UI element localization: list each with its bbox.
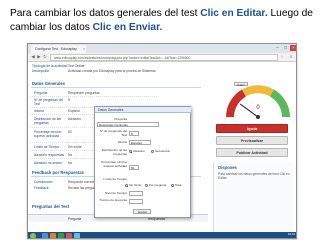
row-value: Aleatorio: [68, 117, 82, 121]
radio-aleatorio[interactable]: [129, 150, 132, 153]
row-separator: [30, 96, 157, 97]
help-title: Dispones: [218, 165, 237, 170]
maximize-icon[interactable]: □: [282, 45, 289, 51]
summary-label: Tipología de la actividad: [32, 64, 68, 68]
instruction-caption: Para cambiar los datos generales del tes…: [10, 7, 315, 35]
row-value: No: [68, 153, 73, 157]
gauge-value: 0: [256, 105, 260, 111]
radio-sin-limite[interactable]: [125, 184, 128, 187]
radio-label-por-pregunta: Por pregunta: [149, 183, 167, 187]
gauge-hub: [256, 115, 260, 119]
taskbar-firefox-icon[interactable]: [50, 233, 56, 238]
caption-highlight-enviar: Clic en Enviar.: [92, 22, 163, 33]
row-label: Aleatorio mi-sesión: [34, 161, 63, 165]
row-value: Responder preguntas: [68, 91, 100, 95]
tab-pregunta[interactable]: Pregunta: [68, 217, 81, 221]
windows-taskbar: 10:44: [28, 232, 296, 238]
section-title-preguntas: Preguntas del Test: [32, 204, 70, 209]
radio-label-sin-limite: Sin límite: [129, 183, 142, 187]
dialog-label-num-preguntas: Nº de preguntas del Test: [99, 129, 127, 137]
dialog-label-porcentaje: Porcentaje mínimo superar actividad: [101, 160, 127, 168]
gauge-yellow-segment: [242, 85, 274, 97]
dialog-label-tiempo: Tiempo de pregunta: [99, 198, 127, 202]
radio-secuencial[interactable]: [151, 150, 154, 153]
dialog-label-distribucion: Distribución de las preguntas: [101, 148, 127, 156]
radio-label-total: Total: [175, 183, 182, 187]
browser-screenshot: Configurar Test - Educaplay × – □ × ◀ ▶ …: [27, 43, 297, 239]
row-label: Cuestionario: [34, 180, 53, 184]
browser-tab-title: Configurar Test - Educaplay: [35, 47, 77, 51]
row-value: 5: [68, 98, 70, 102]
previsualizar-button[interactable]: Previsualizar: [216, 136, 288, 145]
row-value: 50: [68, 130, 72, 134]
radio-label-aleatorio: Aleatorio: [133, 149, 145, 153]
edit-general-data-dialog: Datos Generales Pregunta Responder pregu…: [94, 106, 191, 218]
row-label: Feedback: [34, 186, 49, 190]
radio-por-pregunta[interactable]: [145, 184, 148, 187]
porcentaje-input[interactable]: 50: [129, 165, 139, 170]
tab-close-icon[interactable]: ×: [83, 45, 85, 53]
caption-text-1: Para cambiar los datos generales del tes…: [10, 8, 201, 19]
idioma-select[interactable]: Español: [129, 140, 151, 145]
menu-icon[interactable]: ≡: [288, 54, 294, 60]
tiempo-input[interactable]: [129, 199, 143, 204]
enviar-button[interactable]: Enviar: [133, 209, 151, 214]
radio-total[interactable]: [171, 184, 174, 187]
taskbar-explorer-icon[interactable]: [42, 233, 48, 238]
clock-time: 10:44: [288, 232, 295, 236]
dialog-label-nivel: Nivel de Tiempo: [104, 191, 127, 195]
web-page: Tipología de la actividad Test Online De…: [28, 62, 296, 232]
dialog-label-pregunta: Pregunta: [114, 117, 127, 121]
taskbar-clock: 10:44: [288, 232, 295, 236]
row-label: Porcentaje mínimo superar actividad: [34, 130, 62, 138]
row-label: Nº de preguntas del Test: [34, 98, 64, 106]
window-close-icon[interactable]: ×: [290, 45, 296, 51]
taskbar-app-icon[interactable]: [66, 233, 72, 238]
summary-value: Test Online: [68, 64, 85, 68]
help-panel: Dispones Para cambiar los datos generale…: [213, 162, 293, 232]
row-value: No: [68, 161, 73, 165]
reload-icon[interactable]: ↻: [42, 54, 48, 60]
browser-tab-bar: Configurar Test - Educaplay × – □ ×: [28, 44, 296, 53]
taskbar-app-icon[interactable]: [74, 233, 80, 238]
row-value: Sin límite: [68, 145, 82, 149]
dialog-label-idioma: Idioma: [117, 140, 127, 144]
taskbar-chrome-icon[interactable]: [58, 233, 64, 238]
num-preguntas-input[interactable]: 5: [129, 131, 139, 136]
section-title-feedback: Feedback por Respuestas: [32, 170, 84, 175]
summary-label: Descripción: [32, 69, 50, 73]
caption-highlight-editar: Clic en Editar.: [200, 8, 268, 19]
summary-value: Actividad creada por Educaplay para la p…: [68, 69, 156, 73]
bookmark-star-icon[interactable]: ☆: [280, 54, 284, 60]
publicar-button[interactable]: Publicar Actividad: [216, 148, 288, 157]
row-label: Aleatorio respuestas: [34, 153, 65, 157]
section-title-datos-generales: Datos Generales: [32, 81, 66, 86]
row-label: Idioma: [34, 109, 44, 113]
start-button-icon[interactable]: [30, 233, 36, 238]
radio-label-secuencial: Secuencial: [155, 149, 170, 153]
ayuda-button[interactable]: Ayuda: [216, 124, 288, 133]
gauge-needle: [239, 103, 259, 118]
browser-tab[interactable]: Configurar Test - Educaplay ×: [31, 45, 86, 53]
section-divider: [31, 87, 201, 88]
score-gauge: 0: [226, 85, 290, 119]
nivel-select[interactable]: [129, 191, 143, 196]
help-text: Para cambiar los datos generales del tes…: [218, 172, 290, 180]
dialog-title: Datos Generales: [95, 107, 191, 113]
minimize-icon[interactable]: –: [274, 45, 281, 51]
row-label: Pregunta: [34, 91, 48, 95]
pregunta-input[interactable]: Responder preguntas: [97, 122, 159, 127]
row-value: Español: [68, 109, 80, 113]
row-label: Distribución de las preguntas: [34, 117, 61, 125]
row-label: Límite de Tiempo: [34, 145, 60, 149]
gauge-green-segment: [269, 89, 290, 118]
dialog-label-limite: Límite de Tiempo: [103, 177, 127, 181]
address-bar: ◀ ▶ ↻ www.educaplay.com/es/tests/es/crea…: [28, 53, 296, 62]
url-input[interactable]: www.educaplay.com/es/tests/es/crearpregu…: [50, 54, 278, 61]
